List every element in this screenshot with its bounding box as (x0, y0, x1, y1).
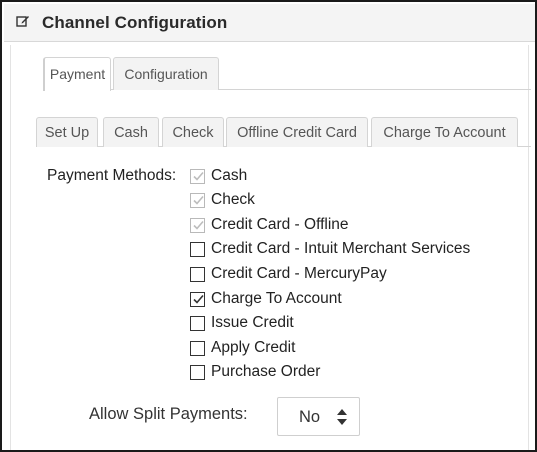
payment-method-option[interactable]: Credit Card - Intuit Merchant Services (190, 239, 470, 259)
sub-tab-bar: Set Up Cash Check Offline Credit Card Ch… (36, 117, 531, 147)
sort-arrows-icon (337, 409, 347, 425)
checkmark-icon (193, 195, 204, 205)
payment-method-label: Purchase Order (211, 363, 321, 380)
payment-method-label: Charge To Account (211, 290, 342, 307)
payment-method-label: Credit Card - Offline (211, 216, 349, 233)
payment-method-option[interactable]: Purchase Order (190, 362, 320, 382)
payment-method-option[interactable]: Check (190, 190, 255, 210)
payment-method-label: Credit Card - MercuryPay (211, 265, 387, 282)
payment-method-option[interactable]: Issue Credit (190, 313, 294, 333)
checkbox[interactable] (190, 266, 205, 282)
payment-method-label: Cash (211, 167, 248, 184)
channel-config-window: Channel Configuration Payment Configurat… (0, 0, 537, 452)
payment-panel: Payment Configuration Set Up Cash Check … (10, 45, 531, 450)
payment-method-option[interactable]: Cash (190, 166, 247, 186)
split-payments-select[interactable]: No (277, 397, 360, 436)
checkbox[interactable] (190, 364, 205, 380)
payment-method-label: Apply Credit (211, 339, 296, 356)
checkmark-icon (193, 294, 204, 304)
checkbox[interactable] (190, 340, 205, 356)
checkbox[interactable] (190, 241, 205, 257)
payment-methods-label: Payment Methods: (47, 167, 177, 184)
checkbox (190, 168, 205, 184)
payment-method-label: Credit Card - Intuit Merchant Services (211, 240, 471, 257)
checkbox (190, 192, 205, 208)
tab-payment[interactable]: Payment (43, 57, 111, 91)
subtab-cash[interactable]: Cash (103, 117, 159, 147)
payment-method-option[interactable]: Charge To Account (190, 289, 342, 309)
tab-configuration[interactable]: Configuration (113, 57, 219, 90)
checkbox[interactable] (190, 315, 205, 331)
payment-method-option[interactable]: Apply Credit (190, 338, 295, 358)
checkmark-icon (193, 171, 204, 181)
top-tab-bar: Payment Configuration (43, 57, 531, 91)
subtab-offline-credit-card[interactable]: Offline Credit Card (226, 117, 368, 147)
payment-method-option[interactable]: Credit Card - MercuryPay (190, 264, 387, 284)
subtab-setup[interactable]: Set Up (36, 117, 98, 147)
split-payments-label: Allow Split Payments: (89, 405, 248, 423)
payment-method-option[interactable]: Credit Card - Offline (190, 215, 349, 235)
checkmark-icon (193, 220, 204, 230)
page-title: Channel Configuration (42, 13, 228, 32)
edit-icon[interactable] (16, 14, 30, 28)
checkbox[interactable] (190, 291, 205, 307)
subtab-check[interactable]: Check (162, 117, 224, 147)
split-payments-value: No (299, 408, 321, 426)
payment-method-label: Check (211, 191, 255, 208)
panel-header: Channel Configuration (4, 4, 535, 42)
payment-method-label: Issue Credit (211, 314, 294, 331)
checkbox (190, 217, 205, 233)
subtab-charge-to-account[interactable]: Charge To Account (371, 117, 518, 147)
